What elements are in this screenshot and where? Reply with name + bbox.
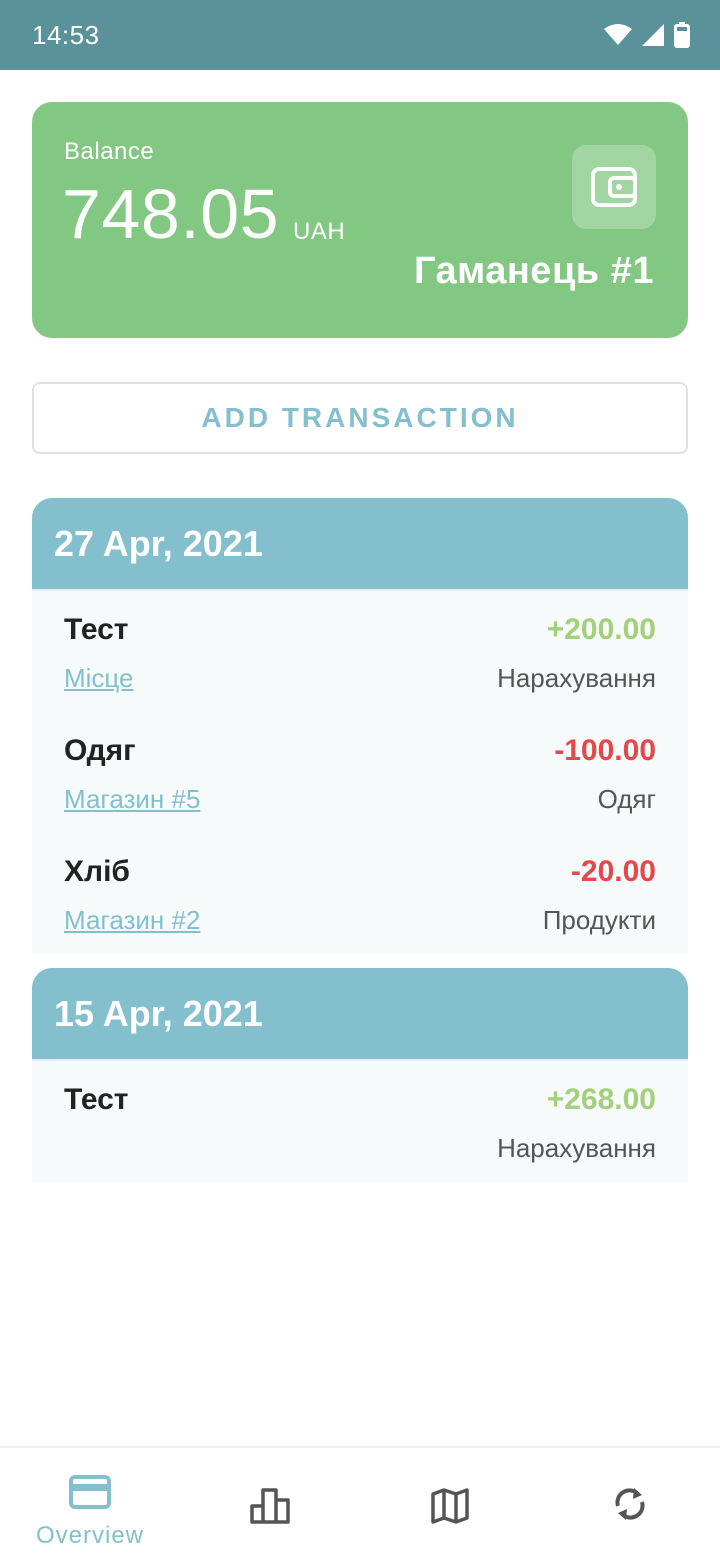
balance-currency: UAH bbox=[293, 218, 346, 245]
transaction-category: Продукти bbox=[542, 905, 656, 935]
signal-icon bbox=[642, 24, 664, 46]
sync-icon bbox=[612, 1484, 648, 1524]
status-icons bbox=[604, 22, 690, 48]
transaction-category: Нарахування bbox=[497, 1133, 656, 1163]
transaction-category: Нарахування bbox=[497, 663, 656, 693]
balance-amount: 748.05 bbox=[62, 175, 280, 253]
transaction-name: Тест bbox=[64, 1083, 129, 1116]
day-date: 15 Apr, 2021 bbox=[54, 992, 263, 1034]
bottom-nav: Overview bbox=[0, 1446, 720, 1560]
day-date: 27 Apr, 2021 bbox=[54, 522, 263, 564]
transaction-place-link[interactable]: Місце bbox=[64, 663, 134, 694]
wallet-button[interactable] bbox=[572, 145, 656, 229]
transaction-category: Одяг bbox=[597, 784, 656, 814]
balance-card[interactable]: Balance 748.05 UAH Гаманець #1 bbox=[32, 102, 688, 338]
day-group: 15 Apr, 2021 Тест +268.00 Нарахування bbox=[32, 968, 688, 1182]
transaction-place-link[interactable]: Магазин #5 bbox=[64, 784, 200, 815]
bar-chart-icon bbox=[250, 1486, 290, 1526]
nav-overview-label: Overview bbox=[35, 1522, 145, 1549]
wallet-icon bbox=[591, 167, 637, 207]
map-icon bbox=[431, 1486, 469, 1526]
transaction-item[interactable]: Тест +200.00 Місце Нарахування bbox=[32, 591, 688, 712]
nav-overview[interactable]: Overview bbox=[0, 1448, 180, 1562]
transaction-list: Тест +268.00 Нарахування bbox=[32, 1059, 688, 1182]
day-header: 27 Apr, 2021 bbox=[32, 498, 688, 589]
status-bar: 14:53 bbox=[0, 0, 720, 70]
transaction-item[interactable]: Тест +268.00 Нарахування bbox=[32, 1061, 688, 1182]
day-group: 27 Apr, 2021 Тест +200.00 Місце Нарахува… bbox=[32, 498, 688, 954]
wifi-icon bbox=[604, 24, 632, 45]
transaction-amount: +268.00 bbox=[546, 1083, 656, 1116]
transaction-amount: -100.00 bbox=[554, 734, 656, 767]
nav-stats[interactable] bbox=[180, 1448, 360, 1562]
status-time: 14:53 bbox=[32, 19, 100, 50]
transaction-name: Хліб bbox=[64, 855, 130, 888]
wallet-name: Гаманець #1 bbox=[413, 250, 654, 292]
transaction-list: Тест +200.00 Місце Нарахування Одяг -100… bbox=[32, 589, 688, 954]
balance-label: Balance bbox=[64, 138, 155, 165]
add-transaction-button[interactable]: ADD TRANSACTION bbox=[32, 382, 688, 454]
transaction-item[interactable]: Одяг -100.00 Магазин #5 Одяг bbox=[32, 712, 688, 833]
transaction-amount: +200.00 bbox=[546, 613, 656, 646]
transaction-name: Тест bbox=[64, 613, 129, 646]
battery-icon bbox=[674, 22, 690, 48]
transaction-item[interactable]: Хліб -20.00 Магазин #2 Продукти bbox=[32, 833, 688, 954]
nav-map[interactable] bbox=[360, 1448, 540, 1562]
day-header: 15 Apr, 2021 bbox=[32, 968, 688, 1059]
nav-sync[interactable] bbox=[540, 1448, 720, 1562]
transaction-name: Одяг bbox=[64, 734, 136, 767]
transaction-place-link[interactable]: Магазин #2 bbox=[64, 905, 200, 936]
credit-card-icon bbox=[69, 1472, 111, 1512]
transaction-amount: -20.00 bbox=[570, 855, 656, 888]
